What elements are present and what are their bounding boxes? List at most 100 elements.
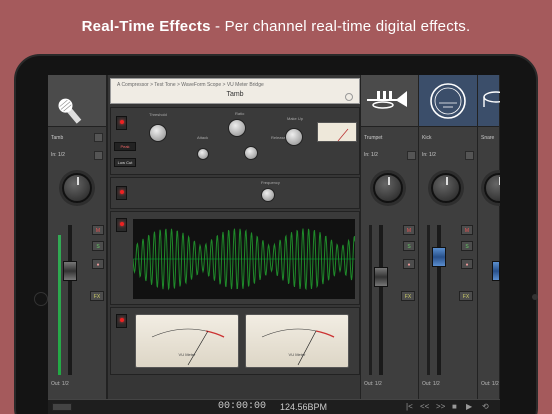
time-display: 00:00:00 <box>218 401 267 412</box>
input-select-button[interactable] <box>94 151 103 160</box>
solo-button[interactable]: S <box>92 241 104 251</box>
pan-knob[interactable] <box>431 173 461 203</box>
release-knob[interactable] <box>244 146 258 160</box>
front-camera <box>34 292 48 306</box>
compressor-module: Peak Low Cut Threshold Ratio Attack Rele… <box>110 107 360 175</box>
channel-art[interactable] <box>48 75 106 127</box>
makeup-label: Make Up <box>287 116 304 121</box>
frequency-label: Frequency <box>261 180 280 185</box>
solo-button[interactable]: S <box>403 241 415 251</box>
channel-input[interactable]: In: 1/2 <box>422 152 436 158</box>
chain-menu-button[interactable] <box>345 93 353 101</box>
waveform-display <box>133 219 355 299</box>
pan-knob[interactable] <box>62 173 92 203</box>
level-meter <box>58 235 61 375</box>
channel-strip-snare: Snare Out: 1/2 <box>478 75 500 414</box>
makeup-knob[interactable] <box>285 128 303 146</box>
release-label: Release <box>271 135 286 140</box>
vu-meter-module: VU Meter VU Meter <box>110 307 360 375</box>
volume-fader[interactable] <box>492 261 500 281</box>
vu-right-label: VU Meter <box>288 352 306 357</box>
pan-knob[interactable] <box>484 173 500 203</box>
waveform-scope-module <box>110 211 360 305</box>
channel-name[interactable]: Snare <box>481 135 494 141</box>
channel-name[interactable]: Tamb <box>51 135 63 141</box>
compressor-power-button[interactable] <box>116 116 127 130</box>
level-meter <box>427 225 430 375</box>
input-select-button[interactable] <box>407 151 416 160</box>
headline-bold: Real-Time Effects <box>81 18 211 35</box>
frequency-knob[interactable] <box>261 188 275 202</box>
record-button[interactable]: ● <box>92 259 104 269</box>
play-icon[interactable]: ▶ <box>466 402 472 411</box>
record-button[interactable]: ● <box>403 259 415 269</box>
fx-button[interactable]: FX <box>90 291 104 301</box>
pan-knob[interactable] <box>373 173 403 203</box>
vu-power-button[interactable] <box>116 314 127 328</box>
gain-reduction-meter <box>317 122 357 142</box>
vu-meter-left: VU Meter <box>135 314 239 368</box>
transport-bar: 00:00:00 124.56BPM |< << >> ■ ▶ ⟲ <box>48 399 500 414</box>
menu-button[interactable] <box>52 403 72 411</box>
fader-track <box>379 225 383 375</box>
effects-chain-header[interactable]: A Compressor > Test Tone > WaveForm Scop… <box>110 78 360 104</box>
trumpet-icon <box>367 91 407 109</box>
threshold-knob[interactable] <box>149 124 167 142</box>
microphone-icon <box>58 98 82 124</box>
channel-art[interactable] <box>419 75 477 127</box>
channel-strip-trumpet: Trumpet In: 1/2 M S ● FX Out: 1/2 <box>361 75 419 414</box>
stop-icon[interactable]: ■ <box>452 402 457 411</box>
bass-drum-icon <box>430 83 466 119</box>
channel-input[interactable]: In: 1/2 <box>364 152 378 158</box>
rewind-icon[interactable]: << <box>420 402 429 411</box>
loop-icon[interactable]: ⟲ <box>482 402 489 411</box>
channel-name[interactable]: Trumpet <box>364 135 382 141</box>
level-meter <box>369 225 372 375</box>
volume-fader[interactable] <box>63 261 77 281</box>
mute-button[interactable]: M <box>403 225 415 235</box>
threshold-label: Threshold <box>149 112 167 117</box>
channel-art[interactable] <box>478 75 500 127</box>
mute-button[interactable]: M <box>92 225 104 235</box>
rewind-to-start-icon[interactable]: |< <box>406 402 413 411</box>
channel-strip-kick: Kick In: 1/2 M S ● FX Out: 1/2 <box>419 75 478 414</box>
test-tone-module: Frequency <box>110 177 360 209</box>
peak-button[interactable]: Peak <box>114 142 136 151</box>
fx-button[interactable]: FX <box>401 291 415 301</box>
channel-name[interactable]: Kick <box>422 135 431 141</box>
ratio-knob[interactable] <box>228 119 246 137</box>
channel-strip-tamb: Tamb In: 1/2 M S ● FX Out: 1/2 <box>48 75 107 414</box>
input-select-button[interactable] <box>465 151 474 160</box>
record-button[interactable]: ● <box>461 259 473 269</box>
attack-knob[interactable] <box>197 148 209 160</box>
ratio-label: Ratio <box>235 111 245 116</box>
fast-forward-icon[interactable]: >> <box>436 402 445 411</box>
low-cut-button[interactable]: Low Cut <box>114 158 136 167</box>
vu-left-label: VU Meter <box>178 352 196 357</box>
fx-button[interactable]: FX <box>459 291 473 301</box>
channel-art[interactable] <box>361 75 418 127</box>
tempo-display[interactable]: 124.56BPM <box>280 402 327 412</box>
effects-chain-path: A Compressor > Test Tone > WaveForm Scop… <box>117 82 264 88</box>
headline-rest: - Per channel real-time digital effects. <box>210 18 471 35</box>
solo-button[interactable]: S <box>461 241 473 251</box>
preset-name[interactable]: Tamb <box>111 91 359 98</box>
channel-output[interactable]: Out: 1/2 <box>481 381 499 387</box>
channel-output[interactable]: Out: 1/2 <box>422 381 440 387</box>
fader-track <box>68 225 72 375</box>
scope-power-button[interactable] <box>116 218 127 232</box>
channel-input[interactable]: In: 1/2 <box>51 152 65 158</box>
channel-option-button[interactable] <box>94 133 103 142</box>
vu-meter-right: VU Meter <box>245 314 349 368</box>
test-tone-power-button[interactable] <box>116 186 127 200</box>
effects-panel: A Compressor > Test Tone > WaveForm Scop… <box>107 75 361 414</box>
volume-fader[interactable] <box>432 247 446 267</box>
mixer-screen: Tamb In: 1/2 M S ● FX Out: 1/2 A Compres… <box>48 75 500 414</box>
mute-button[interactable]: M <box>461 225 473 235</box>
channel-output[interactable]: Out: 1/2 <box>51 381 69 387</box>
snare-icon <box>483 91 500 107</box>
volume-fader[interactable] <box>374 267 388 287</box>
channel-output[interactable]: Out: 1/2 <box>364 381 382 387</box>
home-button-side <box>532 294 538 300</box>
attack-label: Attack <box>197 135 209 140</box>
